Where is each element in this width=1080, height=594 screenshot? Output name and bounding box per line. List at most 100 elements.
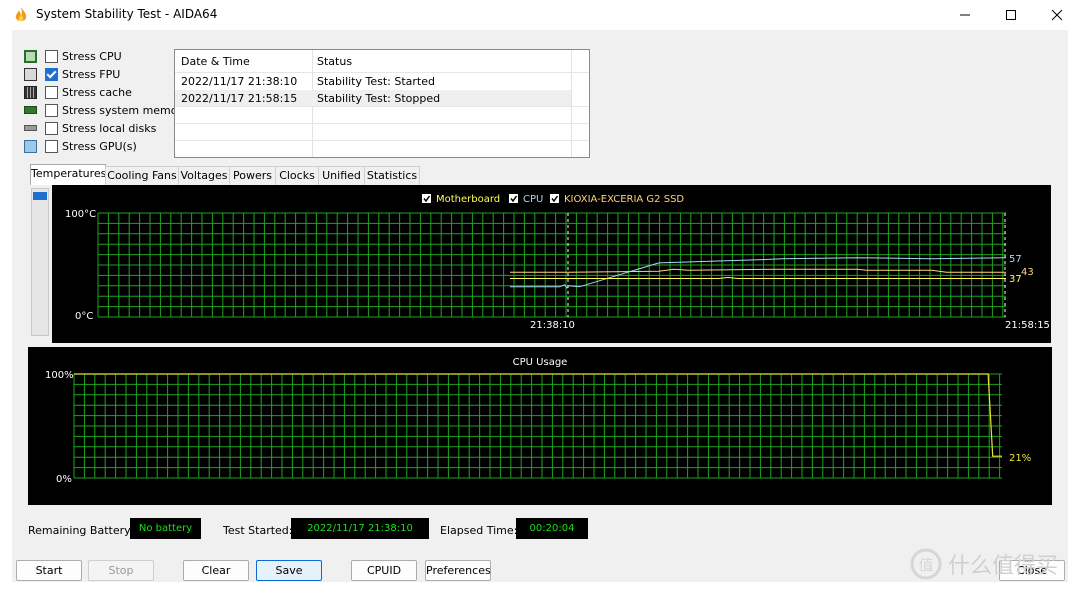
row-datetime: 2022/11/17 21:58:15 bbox=[181, 92, 298, 105]
legend-checkbox bbox=[550, 194, 559, 203]
panel-scrollbar[interactable] bbox=[31, 188, 49, 336]
stress-gpu-checkbox[interactable] bbox=[45, 139, 58, 153]
disk-icon bbox=[24, 125, 37, 131]
cache-icon bbox=[24, 85, 37, 99]
svg-text:值: 值 bbox=[918, 556, 933, 574]
aida64-flame-icon bbox=[15, 7, 27, 22]
cpu-usage-title: CPU Usage bbox=[513, 357, 568, 368]
cpu-usage-chart-grid bbox=[73, 373, 1002, 479]
stress-disks-label: Stress local disks bbox=[62, 121, 157, 135]
clear-button[interactable]: Clear bbox=[183, 560, 249, 581]
cpu-usage-y-min-label: 0% bbox=[56, 474, 72, 485]
watermark-text: 什么值得买 bbox=[948, 554, 1059, 579]
tab-unified[interactable]: Unified bbox=[318, 166, 365, 185]
cpu-usage-y-max-label: 100% bbox=[45, 370, 74, 381]
stress-fpu-option[interactable]: Stress FPU bbox=[24, 65, 120, 83]
save-button[interactable]: Save bbox=[256, 560, 322, 581]
stress-fpu-label: Stress FPU bbox=[62, 67, 121, 81]
legend-checkbox bbox=[509, 194, 518, 203]
legend-label: KIOXIA-EXCERIA G2 SSD bbox=[564, 194, 684, 205]
stress-fpu-checkbox[interactable] bbox=[45, 67, 58, 81]
legend-item[interactable]: CPU bbox=[509, 194, 543, 205]
stress-cpu-checkbox[interactable] bbox=[45, 49, 58, 63]
watermark-logo-icon: 值 bbox=[910, 548, 942, 580]
cpu-usage-chart: CPU Usage 100% 0% 21% bbox=[28, 347, 1052, 505]
tab-powers[interactable]: Powers bbox=[229, 166, 276, 185]
maximize-icon bbox=[1006, 10, 1016, 20]
stress-cpu-option[interactable]: Stress CPU bbox=[24, 47, 122, 65]
stress-memory-label: Stress system memory bbox=[62, 103, 189, 117]
cpu-icon bbox=[24, 49, 37, 63]
close-window-button[interactable] bbox=[1034, 0, 1080, 30]
temperature-series bbox=[510, 257, 1007, 289]
stress-memory-option[interactable]: Stress system memory bbox=[24, 101, 189, 119]
x-label-end: 21:58:15 bbox=[1005, 320, 1050, 331]
minimize-icon bbox=[960, 14, 970, 16]
table-row[interactable]: 2022/11/17 21:38:10 Stability Test: Star… bbox=[175, 73, 571, 90]
column-header-status[interactable]: Status bbox=[317, 55, 352, 68]
row-divider bbox=[175, 106, 589, 107]
tab-statistics[interactable]: Statistics bbox=[364, 166, 420, 185]
legend-label: Motherboard bbox=[436, 194, 500, 205]
stress-cache-checkbox[interactable] bbox=[45, 85, 58, 99]
series-line bbox=[510, 268, 1006, 273]
row-status: Stability Test: Started bbox=[317, 75, 435, 88]
elapsed-time-label: Elapsed Time: bbox=[440, 524, 518, 537]
gpu-icon bbox=[24, 139, 37, 153]
tab-temperatures[interactable]: Temperatures bbox=[30, 164, 106, 185]
tab-cooling-fans[interactable]: Cooling Fans bbox=[105, 166, 179, 185]
stress-gpu-label: Stress GPU(s) bbox=[62, 139, 137, 153]
series-line bbox=[510, 257, 1007, 289]
column-header-datetime[interactable]: Date & Time bbox=[181, 55, 250, 68]
series-line bbox=[510, 276, 1006, 279]
row-status: Stability Test: Stopped bbox=[317, 92, 441, 105]
window-title: System Stability Test - AIDA64 bbox=[36, 7, 218, 21]
stress-cpu-label: Stress CPU bbox=[62, 49, 122, 63]
elapsed-time-value: 00:20:04 bbox=[516, 518, 588, 539]
table-header[interactable]: Date & Time Status bbox=[175, 50, 589, 72]
end-value-cpu: 57 bbox=[1009, 254, 1022, 265]
row-divider bbox=[175, 140, 589, 141]
stress-cache-option[interactable]: Stress cache bbox=[24, 83, 132, 101]
tab-voltages[interactable]: Voltages bbox=[178, 166, 230, 185]
watermark: 值 什么值得买 bbox=[910, 548, 1058, 580]
memory-icon bbox=[24, 106, 37, 114]
stress-disks-option[interactable]: Stress local disks bbox=[24, 119, 156, 137]
x-label-start: 21:38:10 bbox=[530, 320, 575, 331]
maximize-button[interactable] bbox=[988, 0, 1034, 30]
legend-label: CPU bbox=[523, 194, 543, 205]
end-value-motherboard: 37 bbox=[1009, 274, 1022, 285]
temperature-y-max-label: 100°C bbox=[65, 209, 96, 220]
cpu-usage-end-value: 21% bbox=[1009, 453, 1031, 464]
fpu-icon bbox=[24, 67, 37, 81]
temperature-chart-grid bbox=[97, 212, 1006, 318]
test-log-table[interactable]: Date & Time Status 2022/11/17 21:38:10 S… bbox=[174, 49, 590, 158]
stress-gpu-option[interactable]: Stress GPU(s) bbox=[24, 137, 137, 155]
preferences-button[interactable]: Preferences bbox=[425, 560, 491, 581]
minimize-button[interactable] bbox=[942, 0, 988, 30]
temperature-chart: Motherboard CPU KIOXIA-EXCERIA G2 SSD 100°… bbox=[52, 185, 1051, 343]
test-started-value: 2022/11/17 21:38:10 bbox=[291, 518, 429, 539]
legend-checkbox bbox=[422, 194, 431, 203]
test-started-label: Test Started: bbox=[223, 524, 293, 537]
start-button[interactable]: Start bbox=[16, 560, 82, 581]
legend-item[interactable]: Motherboard bbox=[422, 194, 500, 205]
row-divider bbox=[175, 123, 589, 124]
cpuid-button[interactable]: CPUID bbox=[351, 560, 417, 581]
main-panel: Stress CPU Stress FPU Stress cache Stres… bbox=[12, 30, 1068, 582]
stop-button[interactable]: Stop bbox=[88, 560, 154, 581]
end-value-ssd: 43 bbox=[1021, 267, 1034, 278]
stress-disks-checkbox[interactable] bbox=[45, 121, 58, 135]
row-datetime: 2022/11/17 21:38:10 bbox=[181, 75, 298, 88]
table-row[interactable]: 2022/11/17 21:58:15 Stability Test: Stop… bbox=[175, 90, 571, 106]
battery-label: Remaining Battery: bbox=[28, 524, 134, 537]
temperature-legend[interactable]: Motherboard CPU KIOXIA-EXCERIA G2 SSD bbox=[422, 194, 684, 205]
tab-clocks[interactable]: Clocks bbox=[275, 166, 319, 185]
close-icon bbox=[1051, 9, 1063, 21]
scrollbar-thumb[interactable] bbox=[33, 192, 47, 200]
stress-memory-checkbox[interactable] bbox=[45, 103, 58, 117]
legend-item[interactable]: KIOXIA-EXCERIA G2 SSD bbox=[550, 194, 684, 205]
stress-cache-label: Stress cache bbox=[62, 85, 132, 99]
battery-value: No battery bbox=[130, 518, 201, 539]
title-bar: System Stability Test - AIDA64 bbox=[0, 0, 1080, 30]
